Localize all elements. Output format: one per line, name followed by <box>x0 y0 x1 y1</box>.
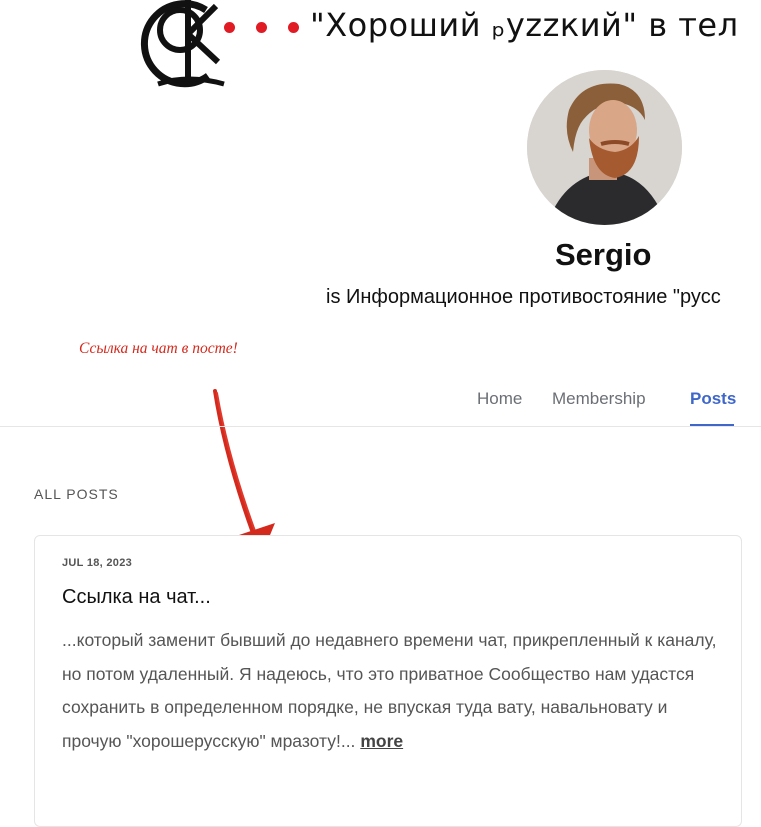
post-date: JUL 18, 2023 <box>62 557 133 569</box>
section-heading: ALL POSTS <box>34 486 119 502</box>
tab-membership[interactable]: Membership <box>552 389 646 409</box>
red-arrow-annotation <box>213 389 275 557</box>
nav-divider <box>0 426 761 427</box>
annotation-text: Ссылка на чат в посте! <box>79 340 238 357</box>
tab-posts[interactable]: Posts <box>690 389 736 409</box>
tab-home[interactable]: Home <box>477 389 522 409</box>
banner-title: "Хороший ₚуzzкий" в тел <box>310 6 739 44</box>
ok-monogram-logo <box>140 0 225 88</box>
post-title[interactable]: Ссылка на чат... <box>62 586 211 609</box>
header-banner: "Хороший ₚуzzкий" в тел <box>0 0 761 90</box>
more-link[interactable]: more <box>360 731 403 751</box>
post-card[interactable]: JUL 18, 2023 Ссылка на чат... ...который… <box>34 535 742 827</box>
creator-avatar <box>527 70 682 225</box>
creator-name: Sergio <box>555 237 652 272</box>
post-excerpt: ...который заменит бывший до недавнего в… <box>62 624 722 758</box>
creator-tagline: is Информационное противостояние "русс <box>326 286 721 308</box>
